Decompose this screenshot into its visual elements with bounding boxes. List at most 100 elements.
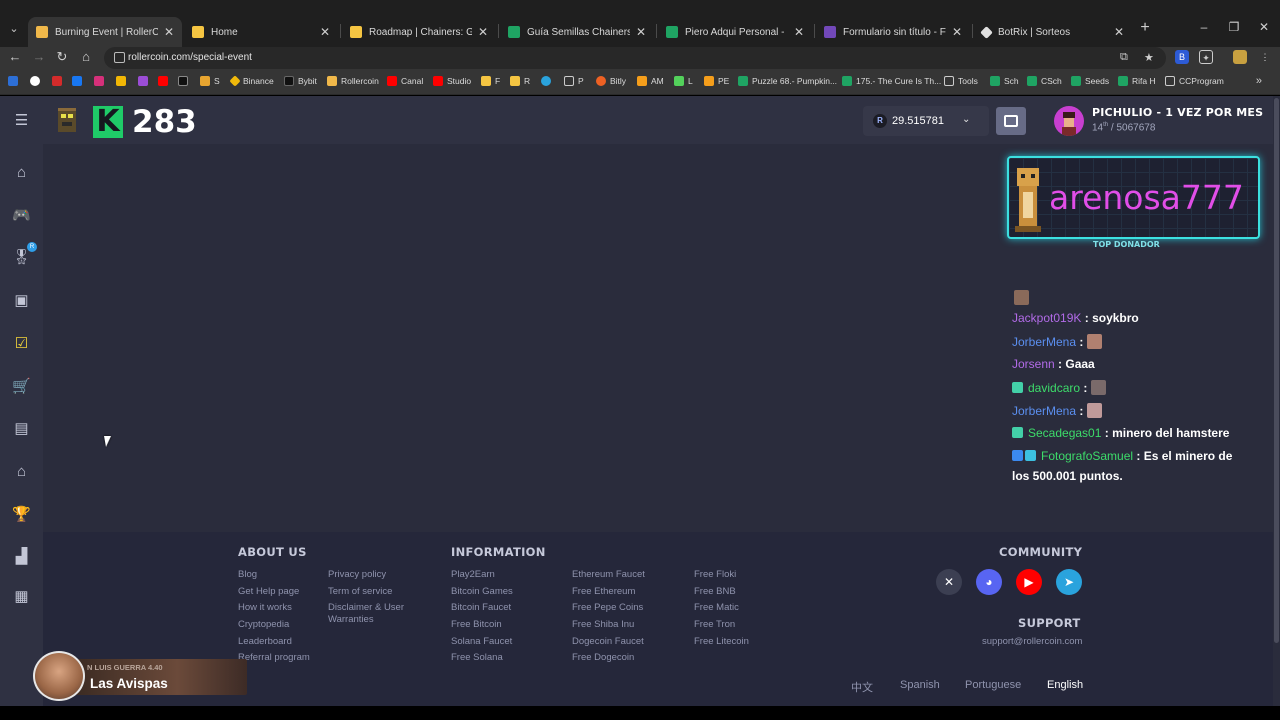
footer-link[interactable]: Ethereum Faucet [572,569,645,581]
bookmark-r[interactable]: R [510,76,530,86]
bookmark-f[interactable]: F [481,76,500,86]
tab-roadmap[interactable]: Roadmap | Chainers: GitBook ✕ [342,17,496,47]
footer-link[interactable]: Free Tron [694,619,735,631]
bookmark-s[interactable]: S [200,76,220,86]
close-icon[interactable]: ✕ [1114,25,1124,39]
close-icon[interactable]: ✕ [952,25,962,39]
footer-link[interactable]: Free Shiba Inu [572,619,634,631]
bookmark-canal[interactable]: Canal [387,76,423,86]
market-cart-icon[interactable]: 🛒 [11,376,32,397]
install-icon[interactable]: ⧉ [1120,51,1128,64]
footer-link[interactable]: Solana Faucet [451,636,512,648]
close-icon[interactable]: ✕ [636,25,646,39]
bookmark-icon-3[interactable] [52,76,66,86]
bookmark-pe[interactable]: PE [704,76,729,86]
home-icon[interactable]: ⌂ [77,49,95,64]
extension-icon[interactable]: B [1175,50,1189,64]
reload-icon[interactable]: ↻ [53,49,71,65]
footer-link-terms[interactable]: Term of service [328,586,392,598]
bookmark-puzzle[interactable]: Puzzle 68.- Pumpkin... [738,76,837,86]
close-icon[interactable]: ✕ [320,25,330,39]
youtube-icon[interactable] [158,76,172,86]
bookmark-rifa[interactable]: Rifa H [1118,76,1156,86]
bookmark-csch[interactable]: CSch [1027,76,1062,86]
store-icon[interactable]: ⌂ [11,461,32,482]
menu-toggle-icon[interactable]: ☰ [11,110,32,131]
bookmark-the-cure[interactable]: 175.- The Cure Is Th... [842,76,941,86]
x-icon[interactable] [178,76,192,86]
balance-dropdown[interactable]: R 29.515781 ⌄ [863,106,989,136]
site-info-icon[interactable] [114,52,125,63]
support-email-link[interactable]: support@rollercoin.com [982,636,1082,648]
tab-botrix[interactable]: BotRix | Sorteos ✕ [974,17,1132,47]
language-spanish[interactable]: Spanish [900,679,940,691]
footer-link[interactable]: Free Pepe Coins [572,602,643,614]
bookmarks-more-icon[interactable]: » [1256,75,1262,87]
close-icon[interactable]: ✕ [164,25,174,39]
games-icon[interactable]: 🎮 [11,205,32,226]
footer-link-leaderboard[interactable]: Leaderboard [238,636,292,648]
tab-home[interactable]: Home ✕ [184,17,338,47]
footer-link-help[interactable]: Get Help page [238,586,299,598]
youtube-icon[interactable]: ▶ [1016,569,1042,595]
bookmark-studio[interactable]: Studio [433,76,471,86]
bookmark-icon-2[interactable] [30,76,44,86]
page-scrollbar[interactable] [1273,96,1280,706]
back-icon[interactable]: ← [6,49,24,64]
x-twitter-icon[interactable]: ✕ [936,569,962,595]
language-english[interactable]: English [1047,679,1083,691]
home-icon[interactable]: ⌂ [11,162,32,183]
footer-link[interactable]: Free Matic [694,602,739,614]
window-close-icon[interactable]: ✕ [1254,20,1274,34]
footer-link-how-it-works[interactable]: How it works [238,602,292,614]
telegram-bookmark-icon[interactable] [541,76,555,86]
footer-link[interactable]: Dogecoin Faucet [572,636,644,648]
scrollbar-thumb[interactable] [1274,98,1279,643]
drive-icon[interactable] [116,76,130,86]
profile-icon[interactable] [1233,50,1247,64]
maximize-icon[interactable]: ❐ [1224,20,1244,34]
bookmark-seeds[interactable]: Seeds [1071,76,1109,86]
footer-link[interactable]: Free Bitcoin [451,619,502,631]
footer-link[interactable]: Free Ethereum [572,586,635,598]
tab-rollercoin[interactable]: Burning Event | RollerCoin ✕ [28,17,182,47]
language-chinese[interactable]: 中文 [851,679,873,695]
footer-link[interactable]: Free Dogecoin [572,652,634,664]
footer-link[interactable]: Free BNB [694,586,736,598]
minimize-icon[interactable]: – [1194,20,1214,34]
bookmark-sch[interactable]: Sch [990,76,1019,86]
facebook-icon[interactable] [72,76,86,86]
news-icon[interactable]: ▦ [11,586,32,607]
bookmark-star-icon[interactable]: ★ [1144,51,1154,64]
close-icon[interactable]: ✕ [478,25,488,39]
avatar[interactable] [1054,106,1084,136]
footer-link[interactable]: Bitcoin Games [451,586,513,598]
footer-link[interactable]: Bitcoin Faucet [451,602,511,614]
footer-link[interactable]: Free Solana [451,652,503,664]
footer-link-blog[interactable]: Blog [238,569,257,581]
wallet-button[interactable] [996,107,1026,135]
new-tab-button[interactable]: + [1136,19,1154,37]
storage-icon[interactable]: ▤ [11,418,32,439]
bookmark-am[interactable]: AM [637,76,664,86]
bookmark-rollercoin[interactable]: Rollercoin [327,76,379,86]
instagram-icon[interactable] [94,76,108,86]
trophy-icon[interactable]: 🏆 [11,504,32,525]
bookmark-p[interactable]: P [564,76,584,86]
tab-piero-adqui[interactable]: Piero Adqui Personal - Hojas de ✕ [658,17,812,47]
factory-icon[interactable]: ▟ [11,546,32,567]
bookmark-icon-1[interactable] [8,76,22,86]
telegram-icon[interactable]: ➤ [1056,569,1082,595]
footer-link[interactable]: Play2Earn [451,569,495,581]
menu-kebab-icon[interactable]: ⋮ [1258,50,1272,64]
language-portuguese[interactable]: Portuguese [965,679,1021,691]
user-name[interactable]: PICHULIO - 1 VEZ POR MES [1092,106,1263,119]
bookmark-icon-4[interactable] [138,76,152,86]
bookmark-l[interactable]: L [674,76,693,86]
address-bar[interactable]: rollercoin.com/special-event ⧉ ★ [104,47,1166,69]
inventory-icon[interactable]: ▣ [11,290,32,311]
footer-link-cryptopedia[interactable]: Cryptopedia [238,619,289,631]
tab-formulario[interactable]: Formulario sin título - Formular ✕ [816,17,970,47]
forward-icon[interactable]: → [30,49,48,64]
footer-link[interactable]: Free Litecoin [694,636,749,648]
